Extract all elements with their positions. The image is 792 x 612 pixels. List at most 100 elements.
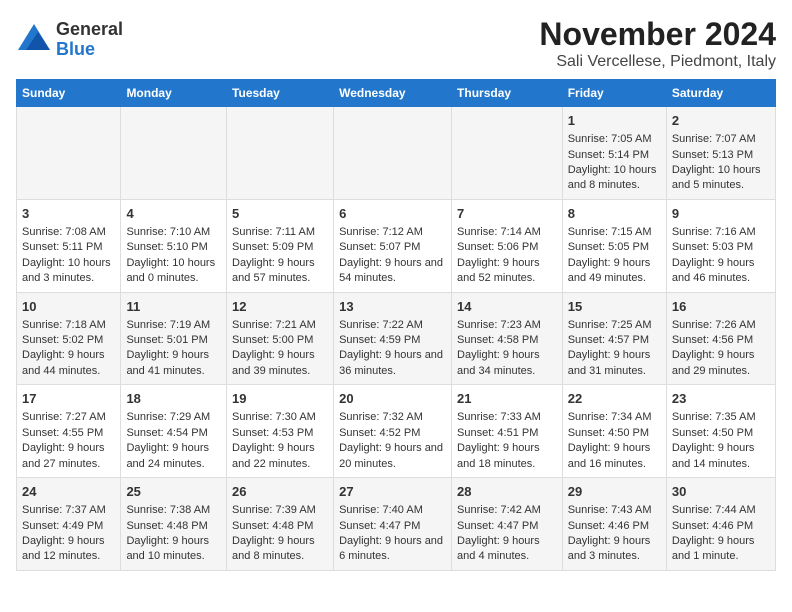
day-info: Sunrise: 7:43 AM Sunset: 4:46 PM Dayligh… bbox=[568, 503, 661, 565]
day-number: 22 bbox=[568, 390, 661, 408]
calendar-cell bbox=[452, 107, 563, 200]
day-number: 30 bbox=[672, 483, 770, 501]
day-number: 11 bbox=[126, 298, 221, 316]
day-info: Sunrise: 7:25 AM Sunset: 4:57 PM Dayligh… bbox=[568, 318, 661, 380]
calendar-cell: 21 Sunrise: 7:33 AM Sunset: 4:51 PM Dayli… bbox=[452, 385, 563, 478]
day-info: Sunrise: 7:44 AM Sunset: 4:46 PM Dayligh… bbox=[672, 503, 770, 565]
day-info: Sunrise: 7:38 AM Sunset: 4:48 PM Dayligh… bbox=[126, 503, 221, 565]
calendar-cell: 29 Sunrise: 7:43 AM Sunset: 4:46 PM Dayli… bbox=[562, 478, 666, 571]
calendar-week-3: 10 Sunrise: 7:18 AM Sunset: 5:02 PM Dayli… bbox=[17, 292, 776, 385]
calendar-cell: 1 Sunrise: 7:05 AM Sunset: 5:14 PM Daylig… bbox=[562, 107, 666, 200]
subtitle: Sali Vercellese, Piedmont, Italy bbox=[539, 53, 776, 71]
calendar-cell: 25 Sunrise: 7:38 AM Sunset: 4:48 PM Dayli… bbox=[121, 478, 227, 571]
calendar-cell: 23 Sunrise: 7:35 AM Sunset: 4:50 PM Dayli… bbox=[666, 385, 775, 478]
logo: General Blue bbox=[16, 20, 123, 60]
calendar-cell: 18 Sunrise: 7:29 AM Sunset: 4:54 PM Dayli… bbox=[121, 385, 227, 478]
day-number: 29 bbox=[568, 483, 661, 501]
logo-icon bbox=[16, 22, 52, 58]
calendar-week-5: 24 Sunrise: 7:37 AM Sunset: 4:49 PM Dayli… bbox=[17, 478, 776, 571]
day-number: 27 bbox=[339, 483, 446, 501]
day-info: Sunrise: 7:05 AM Sunset: 5:14 PM Dayligh… bbox=[568, 132, 661, 194]
calendar-cell: 9 Sunrise: 7:16 AM Sunset: 5:03 PM Daylig… bbox=[666, 199, 775, 292]
day-number: 13 bbox=[339, 298, 446, 316]
header-row: Sunday Monday Tuesday Wednesday Thursday… bbox=[17, 80, 776, 107]
calendar-cell: 19 Sunrise: 7:30 AM Sunset: 4:53 PM Dayli… bbox=[227, 385, 334, 478]
day-number: 2 bbox=[672, 112, 770, 130]
day-number: 5 bbox=[232, 205, 328, 223]
day-number: 7 bbox=[457, 205, 557, 223]
day-info: Sunrise: 7:34 AM Sunset: 4:50 PM Dayligh… bbox=[568, 410, 661, 472]
day-info: Sunrise: 7:15 AM Sunset: 5:05 PM Dayligh… bbox=[568, 225, 661, 287]
calendar-cell: 16Sunrise: 7:26 AM Sunset: 4:56 PM Dayli… bbox=[666, 292, 775, 385]
calendar-cell: 28Sunrise: 7:42 AM Sunset: 4:47 PM Dayli… bbox=[452, 478, 563, 571]
day-info: Sunrise: 7:40 AM Sunset: 4:47 PM Dayligh… bbox=[339, 503, 446, 565]
calendar-cell: 2 Sunrise: 7:07 AM Sunset: 5:13 PM Daylig… bbox=[666, 107, 775, 200]
day-info: Sunrise: 7:21 AM Sunset: 5:00 PM Dayligh… bbox=[232, 318, 328, 380]
header-monday: Monday bbox=[121, 80, 227, 107]
calendar-cell: 30 Sunrise: 7:44 AM Sunset: 4:46 PM Dayli… bbox=[666, 478, 775, 571]
day-number: 10 bbox=[22, 298, 115, 316]
header-wednesday: Wednesday bbox=[334, 80, 452, 107]
calendar-cell bbox=[334, 107, 452, 200]
calendar-cell: 22 Sunrise: 7:34 AM Sunset: 4:50 PM Dayli… bbox=[562, 385, 666, 478]
calendar-cell: 14 Sunrise: 7:23 AM Sunset: 4:58 PM Dayli… bbox=[452, 292, 563, 385]
day-info: Sunrise: 7:12 AM Sunset: 5:07 PM Dayligh… bbox=[339, 225, 446, 287]
calendar-cell: 15Sunrise: 7:25 AM Sunset: 4:57 PM Dayli… bbox=[562, 292, 666, 385]
day-info: Sunrise: 7:18 AM Sunset: 5:02 PM Dayligh… bbox=[22, 318, 115, 380]
calendar-body: 1 Sunrise: 7:05 AM Sunset: 5:14 PM Daylig… bbox=[17, 107, 776, 571]
header-saturday: Saturday bbox=[666, 80, 775, 107]
calendar-cell bbox=[227, 107, 334, 200]
day-number: 1 bbox=[568, 112, 661, 130]
page-header: General Blue November 2024 Sali Vercelle… bbox=[16, 16, 776, 71]
logo-general: General bbox=[56, 20, 123, 40]
day-number: 19 bbox=[232, 390, 328, 408]
day-info: Sunrise: 7:19 AM Sunset: 5:01 PM Dayligh… bbox=[126, 318, 221, 380]
header-tuesday: Tuesday bbox=[227, 80, 334, 107]
calendar-cell: 27 Sunrise: 7:40 AM Sunset: 4:47 PM Dayli… bbox=[334, 478, 452, 571]
day-info: Sunrise: 7:07 AM Sunset: 5:13 PM Dayligh… bbox=[672, 132, 770, 194]
day-number: 18 bbox=[126, 390, 221, 408]
header-friday: Friday bbox=[562, 80, 666, 107]
day-info: Sunrise: 7:30 AM Sunset: 4:53 PM Dayligh… bbox=[232, 410, 328, 472]
calendar-cell: 5 Sunrise: 7:11 AM Sunset: 5:09 PM Daylig… bbox=[227, 199, 334, 292]
day-info: Sunrise: 7:11 AM Sunset: 5:09 PM Dayligh… bbox=[232, 225, 328, 287]
calendar-cell: 11 Sunrise: 7:19 AM Sunset: 5:01 PM Dayli… bbox=[121, 292, 227, 385]
calendar-cell: 17Sunrise: 7:27 AM Sunset: 4:55 PM Dayli… bbox=[17, 385, 121, 478]
day-info: Sunrise: 7:16 AM Sunset: 5:03 PM Dayligh… bbox=[672, 225, 770, 287]
day-number: 23 bbox=[672, 390, 770, 408]
day-number: 3 bbox=[22, 205, 115, 223]
day-info: Sunrise: 7:23 AM Sunset: 4:58 PM Dayligh… bbox=[457, 318, 557, 380]
calendar-cell bbox=[121, 107, 227, 200]
calendar-cell: 4Sunrise: 7:10 AM Sunset: 5:10 PM Daylig… bbox=[121, 199, 227, 292]
day-info: Sunrise: 7:14 AM Sunset: 5:06 PM Dayligh… bbox=[457, 225, 557, 287]
day-info: Sunrise: 7:33 AM Sunset: 4:51 PM Dayligh… bbox=[457, 410, 557, 472]
day-number: 20 bbox=[339, 390, 446, 408]
day-info: Sunrise: 7:27 AM Sunset: 4:55 PM Dayligh… bbox=[22, 410, 115, 472]
day-number: 9 bbox=[672, 205, 770, 223]
day-info: Sunrise: 7:10 AM Sunset: 5:10 PM Dayligh… bbox=[126, 225, 221, 287]
day-info: Sunrise: 7:42 AM Sunset: 4:47 PM Dayligh… bbox=[457, 503, 557, 565]
day-info: Sunrise: 7:29 AM Sunset: 4:54 PM Dayligh… bbox=[126, 410, 221, 472]
day-info: Sunrise: 7:37 AM Sunset: 4:49 PM Dayligh… bbox=[22, 503, 115, 565]
main-title: November 2024 bbox=[539, 16, 776, 53]
day-number: 21 bbox=[457, 390, 557, 408]
day-number: 12 bbox=[232, 298, 328, 316]
calendar-header: Sunday Monday Tuesday Wednesday Thursday… bbox=[17, 80, 776, 107]
header-sunday: Sunday bbox=[17, 80, 121, 107]
calendar-table: Sunday Monday Tuesday Wednesday Thursday… bbox=[16, 79, 776, 571]
day-number: 24 bbox=[22, 483, 115, 501]
calendar-cell: 8Sunrise: 7:15 AM Sunset: 5:05 PM Daylig… bbox=[562, 199, 666, 292]
day-number: 25 bbox=[126, 483, 221, 501]
calendar-cell: 12 Sunrise: 7:21 AM Sunset: 5:00 PM Dayli… bbox=[227, 292, 334, 385]
day-number: 14 bbox=[457, 298, 557, 316]
day-info: Sunrise: 7:35 AM Sunset: 4:50 PM Dayligh… bbox=[672, 410, 770, 472]
calendar-week-1: 1 Sunrise: 7:05 AM Sunset: 5:14 PM Daylig… bbox=[17, 107, 776, 200]
day-number: 6 bbox=[339, 205, 446, 223]
calendar-cell: 3Sunrise: 7:08 AM Sunset: 5:11 PM Daylig… bbox=[17, 199, 121, 292]
calendar-cell bbox=[17, 107, 121, 200]
day-info: Sunrise: 7:39 AM Sunset: 4:48 PM Dayligh… bbox=[232, 503, 328, 565]
day-info: Sunrise: 7:32 AM Sunset: 4:52 PM Dayligh… bbox=[339, 410, 446, 472]
title-section: November 2024 Sali Vercellese, Piedmont,… bbox=[539, 16, 776, 71]
day-info: Sunrise: 7:26 AM Sunset: 4:56 PM Dayligh… bbox=[672, 318, 770, 380]
calendar-cell: 13Sunrise: 7:22 AM Sunset: 4:59 PM Dayli… bbox=[334, 292, 452, 385]
